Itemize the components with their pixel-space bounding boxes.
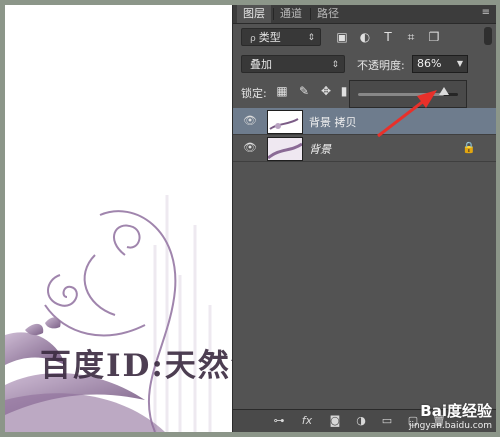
annotation-arrow — [377, 90, 437, 138]
site-watermark: Bai度经验 jingyan.baidu.com — [409, 400, 492, 431]
site-url: jingyan.baidu.com — [408, 421, 492, 431]
site-brand: Bai度经验 — [420, 402, 492, 420]
